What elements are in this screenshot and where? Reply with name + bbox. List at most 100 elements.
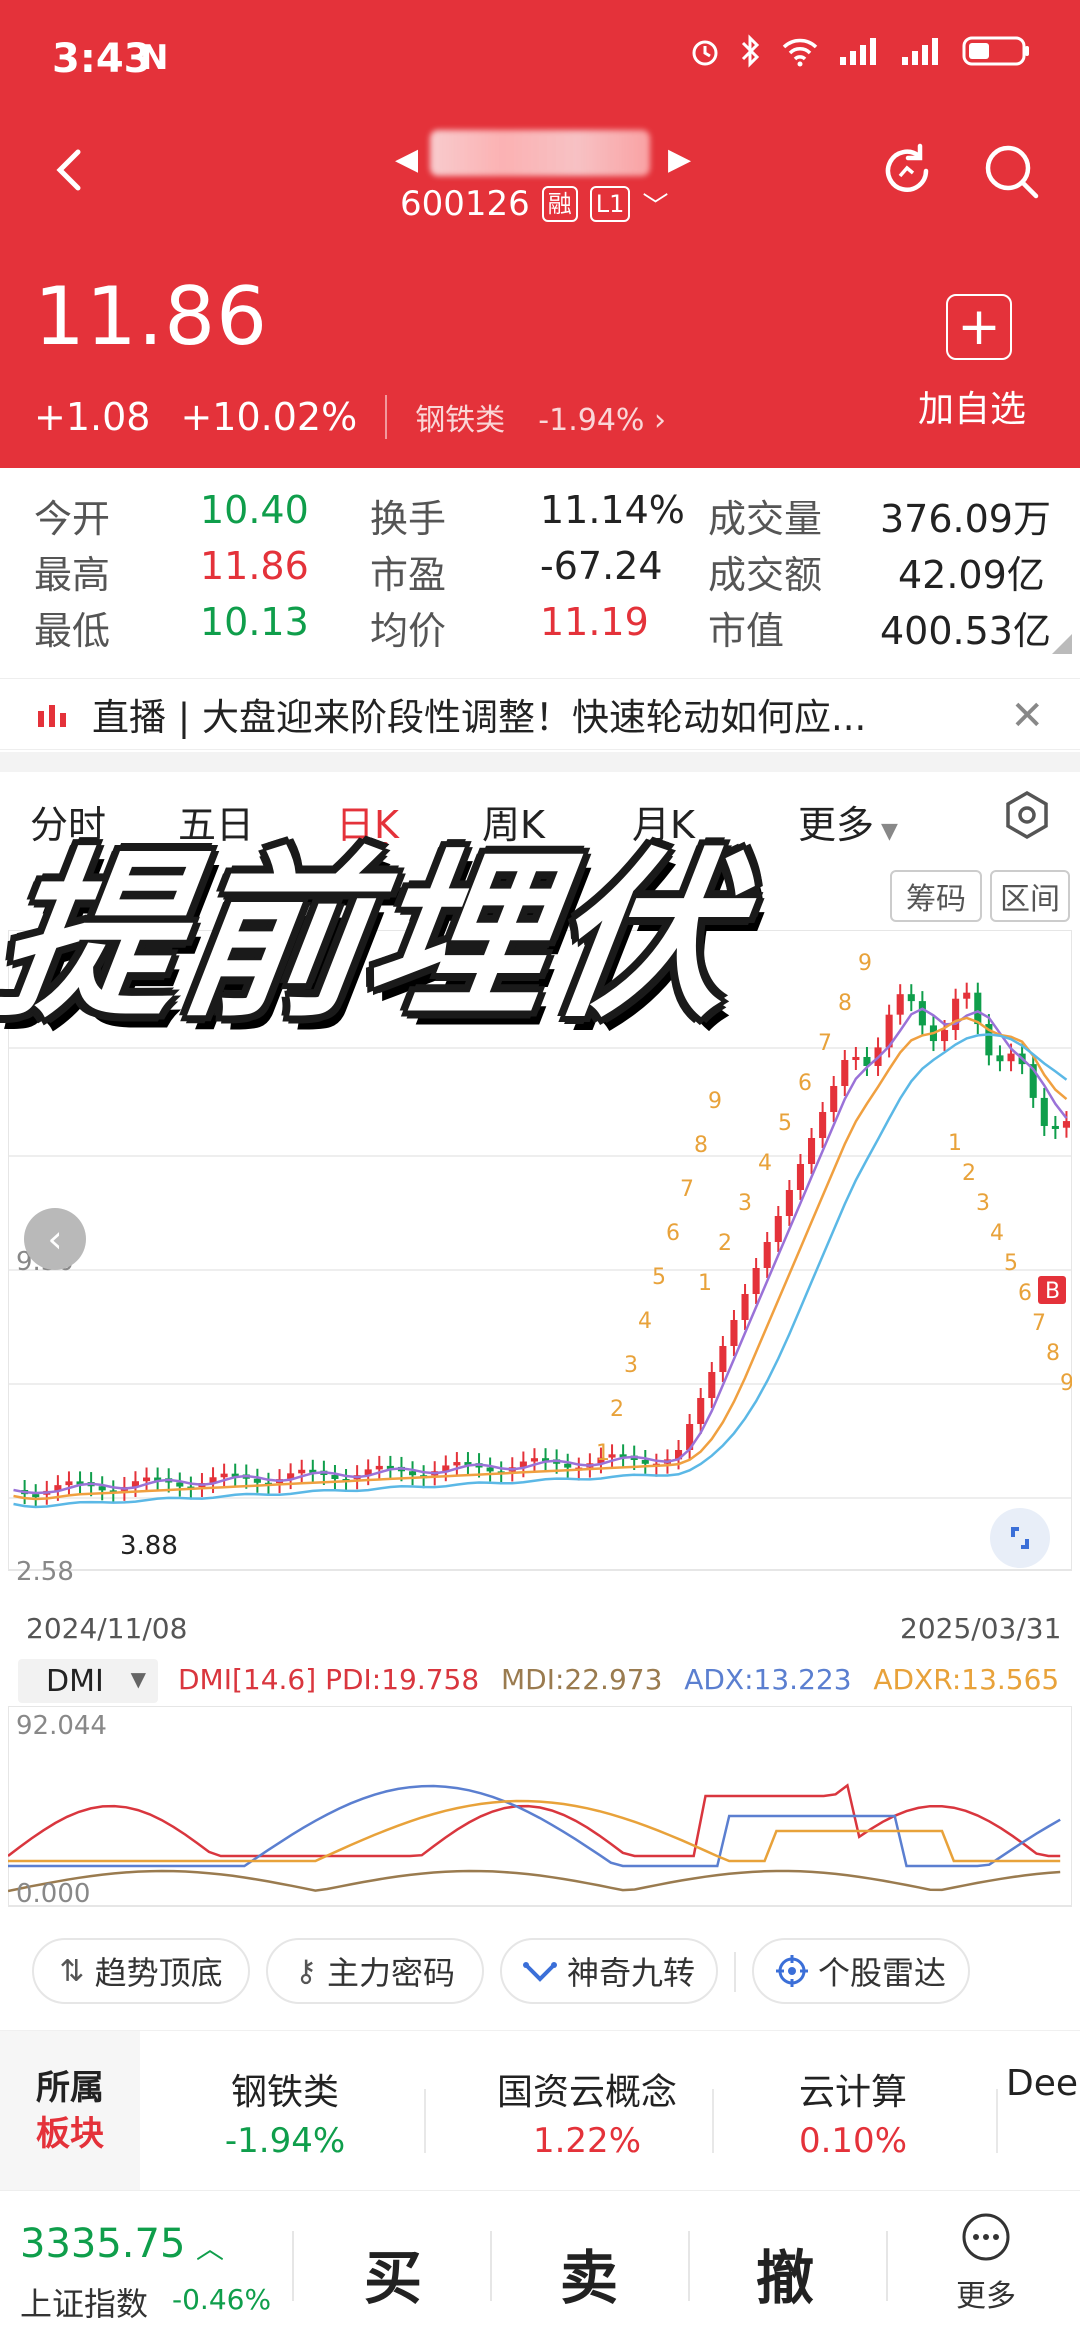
count-label: 1: [948, 1131, 962, 1156]
stock-header: 3:43 N ◀ ▶ 600126 融 L1 ﹀ 11.86 +1.08 +10…: [0, 0, 1080, 468]
candle-body: [808, 1138, 816, 1164]
buy-button[interactable]: 买: [364, 2231, 422, 2315]
avg-label: 均价: [370, 609, 447, 653]
magic-nine-button[interactable]: 神奇九转: [500, 1938, 718, 2004]
status-time: 3:43: [52, 36, 152, 82]
stock-code-row[interactable]: 600126 融 L1 ﹀: [400, 184, 668, 224]
count-label: 5: [778, 1111, 792, 1136]
price-change: +1.08: [34, 395, 151, 439]
count-label: 7: [818, 1031, 832, 1056]
pe-label: 市盈: [370, 553, 447, 597]
sector-item-name: 钢铁类: [230, 2072, 339, 2113]
count-label: 8: [838, 991, 852, 1016]
sector-label-bottom: 板块: [36, 2114, 104, 2154]
close-icon[interactable]: ✕: [1010, 693, 1044, 739]
cancel-order-button[interactable]: 撤: [756, 2231, 814, 2315]
date-end: 2025/03/31: [900, 1612, 1062, 1645]
candle-body: [830, 1086, 838, 1112]
chevron-left-icon: ‹: [47, 1217, 63, 1261]
candle-body: [841, 1060, 849, 1086]
price-change-pct: +10.02%: [180, 395, 358, 439]
trend-button[interactable]: ⇅ 趋势顶底: [32, 1938, 250, 2004]
sector-link[interactable]: 钢铁类 -1.94% ›: [415, 395, 666, 439]
tab-more[interactable]: 更多 ▼: [798, 794, 898, 849]
candle-body: [220, 1473, 228, 1478]
count-label: 9: [858, 951, 872, 976]
sector-strip-label: 所属 板块: [0, 2031, 140, 2191]
high-value: 11.86: [200, 544, 309, 588]
add-watchlist-label[interactable]: 加自选: [918, 380, 1026, 432]
sector-sep: [424, 2089, 426, 2153]
dmi-adx: ADX:13.223: [684, 1663, 852, 1696]
signal-icon: [840, 38, 876, 65]
candle-body: [1007, 1053, 1015, 1062]
add-watchlist-button[interactable]: +: [946, 294, 1012, 360]
candle-body: [1051, 1125, 1059, 1129]
dmi-chart[interactable]: 92.044 0.000: [8, 1706, 1072, 1916]
sector-item[interactable]: 云计算 0.10%: [758, 2063, 948, 2161]
chips-button[interactable]: 筹码: [890, 870, 982, 922]
low-label: 最低: [34, 609, 111, 653]
bluetooth-icon: [741, 34, 760, 68]
next-stock-icon[interactable]: ▶: [668, 142, 691, 177]
low-mark-label: 3.88: [120, 1531, 178, 1561]
candle-body: [996, 1055, 1004, 1062]
more-dots-icon: [962, 2213, 1010, 2261]
live-banner[interactable]: 直播 | 大盘迎来阶段性调整！快速轮动如何应... ✕: [0, 678, 1080, 750]
sector-sep: [996, 2089, 998, 2153]
stock-name-blurred: [390, 130, 690, 186]
refresh-icon[interactable]: [876, 140, 938, 202]
candle-body: [974, 992, 982, 1025]
bar-sep: [292, 2231, 294, 2301]
count-label: 3: [738, 1191, 752, 1216]
level-tag: L1: [589, 186, 631, 222]
amount-label: 成交额: [708, 553, 823, 597]
nine-turn-icon: [522, 1962, 557, 1982]
sector-item[interactable]: Dee: [1006, 2063, 1080, 2104]
count-label: 9: [708, 1089, 722, 1114]
candle-body: [752, 1268, 760, 1294]
sell-button[interactable]: 卖: [560, 2231, 618, 2315]
open-value: 10.40: [200, 488, 309, 532]
ma-line-purple: [13, 1007, 1068, 1495]
search-icon[interactable]: [980, 140, 1042, 202]
more-button[interactable]: 更多: [946, 2211, 1026, 2315]
sector-item-pct: 1.22%: [532, 2121, 641, 2161]
index-value[interactable]: 3335.75: [20, 2221, 185, 2267]
main-force-button[interactable]: ⚷ 主力密码: [266, 1938, 484, 2004]
candle-body: [564, 1463, 572, 1468]
range-button[interactable]: 区间: [990, 870, 1070, 922]
axis-low-label: 2.58: [16, 1557, 74, 1587]
tool-divider: [734, 1952, 736, 1992]
settings-icon[interactable]: [1004, 790, 1050, 840]
index-name[interactable]: 上证指数: [20, 2279, 148, 2325]
key-icon: ⚷: [295, 1953, 317, 1989]
volume-value: 376.09万: [880, 497, 1051, 541]
sector-item[interactable]: 国资云概念 1.22%: [452, 2063, 722, 2161]
candle-body: [641, 1460, 649, 1464]
chevron-down-icon: ﹀: [642, 191, 669, 222]
count-label: 4: [990, 1221, 1004, 1246]
bar-sep: [490, 2231, 492, 2301]
sector-item[interactable]: 钢铁类 -1.94%: [190, 2063, 380, 2161]
sector-item-pct: 0.10%: [798, 2121, 907, 2161]
sector-item-name: 国资云概念: [496, 2072, 677, 2113]
fullscreen-button[interactable]: [990, 1508, 1050, 1568]
candle-body: [65, 1481, 73, 1486]
expand-corner-icon[interactable]: [1048, 630, 1074, 656]
fullscreen-icon: [1011, 1527, 1029, 1549]
candle-body: [719, 1346, 727, 1372]
indicator-select[interactable]: DMI ▼: [18, 1659, 158, 1703]
sector-name: 钢铁类: [415, 403, 506, 438]
signal-icon-2: [902, 38, 938, 65]
radar-button[interactable]: 个股雷达: [752, 1938, 970, 2004]
back-icon[interactable]: [40, 140, 100, 200]
current-price: 11.86: [34, 270, 269, 363]
candle-body: [453, 1462, 461, 1466]
count-label: 9: [1060, 1371, 1072, 1396]
chart-back-button[interactable]: ‹: [24, 1208, 86, 1270]
live-bars-icon: [38, 705, 66, 727]
candle-body: [1062, 1121, 1070, 1128]
status-icons: [688, 34, 1032, 68]
candle-body: [98, 1486, 106, 1491]
